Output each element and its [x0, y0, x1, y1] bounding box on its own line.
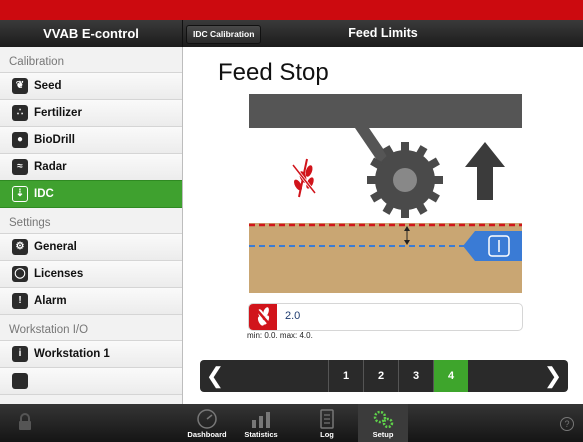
page-selector: ❮ 1 2 3 4 ❯ [200, 360, 568, 392]
alarm-icon: ! [12, 293, 28, 309]
tab-label: Setup [372, 430, 394, 439]
tab-dashboard[interactable]: Dashboard [182, 404, 232, 442]
sidebar-item-seed[interactable]: ❦ Seed [0, 72, 182, 100]
idc-icon: ⇣ [12, 186, 28, 202]
feed-stop-diagram [249, 94, 522, 293]
feed-stop-value-field[interactable]: 2.0 [248, 303, 523, 331]
tab-label: Dashboard [187, 430, 227, 439]
tab-label: Log [320, 430, 334, 439]
value-range: min: 0.0. max: 4.0. [247, 331, 313, 340]
radar-icon: ≈ [12, 159, 28, 175]
log-icon [320, 409, 334, 429]
sidebar-item-general[interactable]: ⚙ General [0, 233, 182, 261]
sidebar-item-label: BioDrill [34, 134, 75, 146]
setup-icon [373, 410, 394, 429]
no-crop-icon [291, 158, 317, 198]
licenses-icon: ◯ [12, 266, 28, 282]
sidebar-item-label: IDC [34, 188, 54, 200]
dashboard-icon [197, 409, 217, 429]
sidebar-item-alarm[interactable]: ! Alarm [0, 287, 182, 315]
sidebar-item-label: Licenses [34, 268, 84, 280]
sidebar-item-label: Fertilizer [34, 107, 82, 119]
biodrill-icon: ● [12, 132, 28, 148]
title-bar: VVAB E-control IDC Calibration Feed Limi… [0, 20, 583, 47]
page-2-button[interactable]: 2 [363, 360, 398, 392]
workstation-icon [12, 373, 28, 389]
sensor-icon [463, 231, 522, 261]
tab-statistics[interactable]: Statistics [236, 404, 286, 442]
seed-icon: ❦ [12, 78, 28, 94]
next-page-button[interactable]: ❯ [538, 360, 568, 392]
arrow-up-icon [465, 142, 505, 200]
app-title: VVAB E-control [43, 26, 139, 41]
sidebar-item-label: Workstation 1 [34, 348, 110, 360]
section-title-workstation-io: Workstation I/O [9, 324, 89, 336]
sidebar-item-licenses[interactable]: ◯ Licenses [0, 260, 182, 288]
fertilizer-icon: ∴ [12, 105, 28, 121]
sidebar-item-label: Radar [34, 161, 67, 173]
help-icon[interactable]: ? [560, 417, 574, 431]
sidebar-item-fertilizer[interactable]: ∴ Fertilizer [0, 99, 182, 127]
sidebar-item-label: General [34, 241, 77, 253]
sidebar-item-radar[interactable]: ≈ Radar [0, 153, 182, 181]
main-panel: Feed Stop 2.0 min: 0.0. max: 4.0. ❮ 1 2 … [183, 47, 583, 404]
section-title-settings: Settings [9, 217, 51, 229]
sidebar-item-workstation-1[interactable]: i Workstation 1 [0, 340, 182, 368]
sidebar: Calibration ❦ Seed ∴ Fertilizer ● BioDri… [0, 47, 183, 404]
tab-log[interactable]: Log [302, 404, 352, 442]
sidebar-item-biodrill[interactable]: ● BioDrill [0, 126, 182, 154]
sidebar-item-partial[interactable] [0, 367, 182, 395]
sidebar-item-idc[interactable]: ⇣ IDC [0, 180, 182, 208]
feed-stop-value: 2.0 [285, 310, 301, 322]
prev-page-button[interactable]: ❮ [200, 360, 230, 392]
page-3-button[interactable]: 3 [398, 360, 433, 392]
no-crop-icon [249, 304, 277, 330]
page-4-button[interactable]: 4 [433, 360, 468, 392]
machine-frame [249, 94, 522, 128]
sidebar-item-label: Alarm [34, 295, 67, 307]
section-title-calibration: Calibration [9, 56, 64, 68]
statistics-icon [252, 412, 270, 428]
page-title: Feed Limits [348, 26, 418, 40]
top-accent-bar [0, 0, 583, 20]
sidebar-item-label: Seed [34, 80, 62, 92]
tab-setup[interactable]: Setup [358, 404, 408, 442]
workstation-icon: i [12, 346, 28, 362]
tab-label: Statistics [244, 430, 278, 439]
bottom-tab-bar: Dashboard Statistics Log Setup ? [0, 404, 583, 442]
lock-icon[interactable] [18, 413, 32, 431]
page-1-button[interactable]: 1 [328, 360, 363, 392]
general-icon: ⚙ [12, 239, 28, 255]
